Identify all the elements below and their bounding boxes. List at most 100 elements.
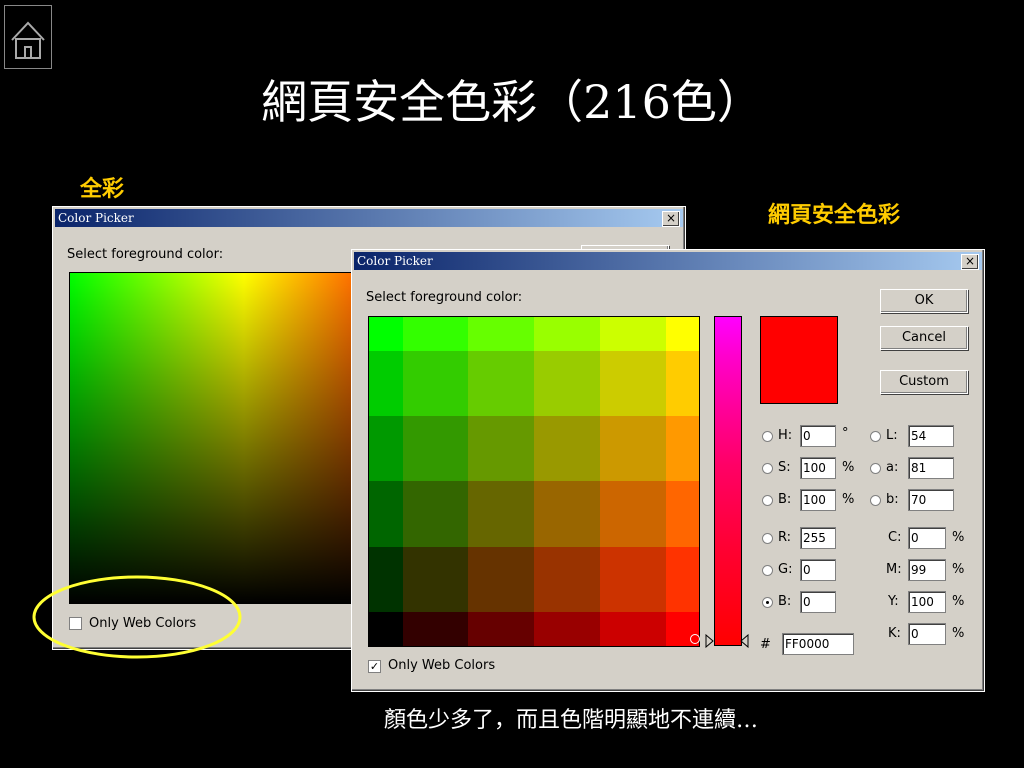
color-swatch[interactable] <box>369 612 403 646</box>
k-unit: % <box>952 626 965 641</box>
color-swatch[interactable] <box>600 612 666 646</box>
selection-marker <box>690 634 700 644</box>
slide-caption: 顏色少多了，而且色階明顯地不連續… <box>384 708 759 733</box>
hex-input[interactable]: FF0000 <box>782 633 854 655</box>
color-field-continuous[interactable] <box>69 272 361 604</box>
y-input[interactable]: 100 <box>908 591 946 613</box>
hex-symbol: # <box>760 637 771 652</box>
h-input[interactable]: 0 <box>800 425 836 447</box>
color-swatch[interactable] <box>666 317 699 351</box>
hue-slider[interactable] <box>714 316 742 646</box>
color-swatch[interactable] <box>403 416 468 481</box>
h-unit: ° <box>842 426 849 441</box>
r-label: R: <box>778 530 792 545</box>
dialog-title: Color Picker <box>58 211 134 225</box>
color-swatch[interactable] <box>534 612 600 646</box>
color-swatch[interactable] <box>468 481 534 547</box>
b-label: B: <box>778 594 792 609</box>
close-button[interactable]: × <box>662 211 680 227</box>
y-label: Y: <box>888 594 899 609</box>
h-label: H: <box>778 428 793 443</box>
color-swatch[interactable] <box>369 351 403 416</box>
color-swatch[interactable] <box>534 481 600 547</box>
color-swatch[interactable] <box>666 416 699 481</box>
slider-arrows-icon[interactable] <box>704 634 750 648</box>
close-button[interactable]: × <box>961 254 979 270</box>
color-swatch[interactable] <box>468 351 534 416</box>
color-swatch[interactable] <box>534 317 600 351</box>
radio-a[interactable] <box>870 463 881 474</box>
m-unit: % <box>952 562 965 577</box>
a-label: a: <box>886 460 899 475</box>
s-unit: % <box>842 460 855 475</box>
color-swatch[interactable] <box>600 317 666 351</box>
color-swatch[interactable] <box>600 481 666 547</box>
color-swatch[interactable] <box>666 351 699 416</box>
color-swatch[interactable] <box>369 317 403 351</box>
c-unit: % <box>952 530 965 545</box>
color-swatch[interactable] <box>403 547 468 612</box>
r-input[interactable]: 255 <box>800 527 836 549</box>
brightness-input[interactable]: 100 <box>800 489 836 511</box>
color-swatch[interactable] <box>534 416 600 481</box>
color-swatch[interactable] <box>369 416 403 481</box>
color-swatch[interactable] <box>369 481 403 547</box>
color-swatch[interactable] <box>600 351 666 416</box>
radio-lab-b[interactable] <box>870 495 881 506</box>
only-web-colors-label[interactable]: Only Web Colors <box>388 655 495 677</box>
titlebar: Color Picker × <box>55 209 683 227</box>
color-swatch[interactable] <box>369 547 403 612</box>
color-swatch[interactable] <box>403 481 468 547</box>
color-swatch[interactable] <box>666 547 699 612</box>
radio-h[interactable] <box>762 431 773 442</box>
c-input[interactable]: 0 <box>908 527 946 549</box>
radio-r[interactable] <box>762 533 773 544</box>
brightness-unit: % <box>842 492 855 507</box>
k-label: K: <box>888 626 901 641</box>
label-full-color: 全彩 <box>80 176 125 202</box>
g-input[interactable]: 0 <box>800 559 836 581</box>
l-label: L: <box>886 428 898 443</box>
color-swatch[interactable] <box>600 547 666 612</box>
a-input[interactable]: 81 <box>908 457 954 479</box>
g-label: G: <box>778 562 793 577</box>
m-label: M: <box>886 562 902 577</box>
k-input[interactable]: 0 <box>908 623 946 645</box>
color-swatch[interactable] <box>534 547 600 612</box>
slide-title: 網頁安全色彩（216色） <box>261 75 763 129</box>
color-swatch[interactable] <box>403 612 468 646</box>
web-safe-swatch-grid[interactable] <box>368 316 700 647</box>
l-input[interactable]: 54 <box>908 425 954 447</box>
label-web-safe: 網頁安全色彩 <box>768 202 901 228</box>
m-input[interactable]: 99 <box>908 559 946 581</box>
only-web-colors-checkbox-checked[interactable]: ✓ <box>368 660 381 673</box>
color-swatch[interactable] <box>468 416 534 481</box>
color-swatch[interactable] <box>534 351 600 416</box>
radio-g[interactable] <box>762 565 773 576</box>
color-swatch[interactable] <box>468 612 534 646</box>
ok-button[interactable]: OK <box>880 289 968 313</box>
color-swatch[interactable] <box>403 351 468 416</box>
c-label: C: <box>888 530 902 545</box>
lab-b-input[interactable]: 70 <box>908 489 954 511</box>
custom-button[interactable]: Custom <box>880 370 968 394</box>
color-picker-dialog-websafe: Color Picker × Select foreground color: … <box>351 249 985 692</box>
color-swatch[interactable] <box>600 416 666 481</box>
dialog-title: Color Picker <box>357 254 433 268</box>
radio-s[interactable] <box>762 463 773 474</box>
color-swatch[interactable] <box>468 547 534 612</box>
radio-b-selected[interactable] <box>762 597 773 608</box>
home-icon <box>11 21 45 59</box>
radio-l[interactable] <box>870 431 881 442</box>
color-swatch[interactable] <box>666 481 699 547</box>
radio-brightness[interactable] <box>762 495 773 506</box>
color-swatch[interactable] <box>468 317 534 351</box>
lab-b-label: b: <box>886 492 899 507</box>
brightness-label: B: <box>778 492 792 507</box>
home-button[interactable] <box>4 5 52 69</box>
s-label: S: <box>778 460 791 475</box>
s-input[interactable]: 100 <box>800 457 836 479</box>
cancel-button[interactable]: Cancel <box>880 326 968 350</box>
color-swatch[interactable] <box>403 317 468 351</box>
b-input[interactable]: 0 <box>800 591 836 613</box>
